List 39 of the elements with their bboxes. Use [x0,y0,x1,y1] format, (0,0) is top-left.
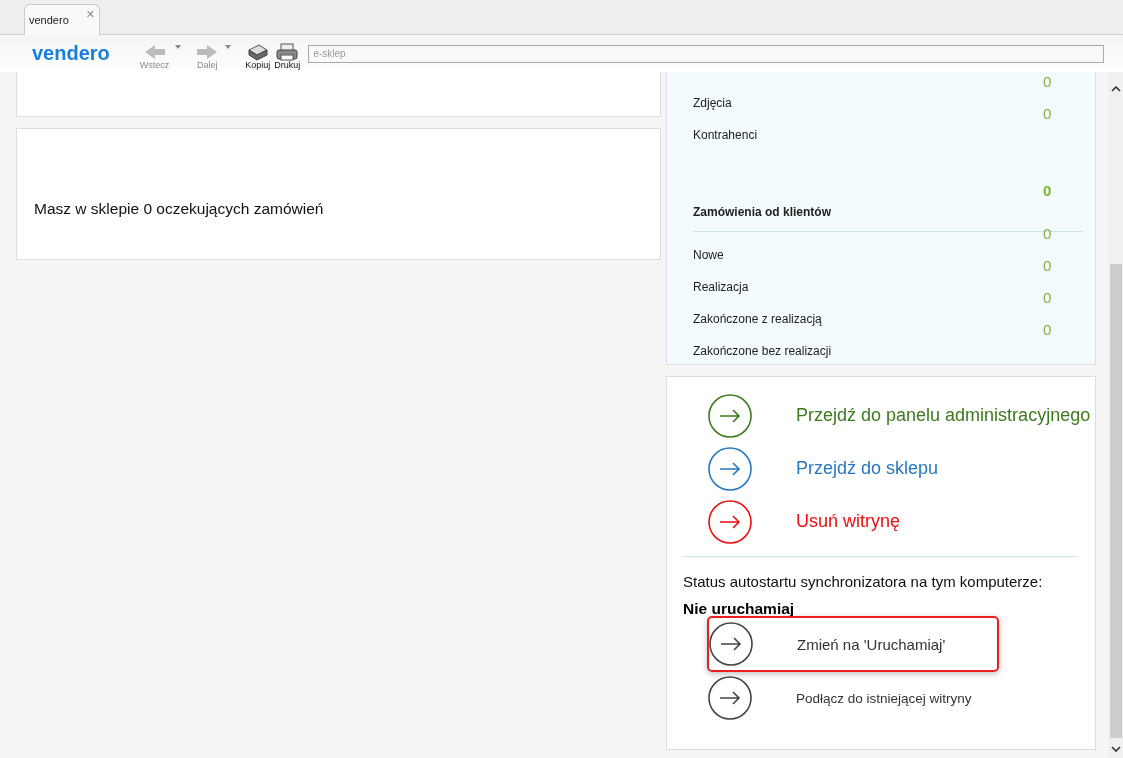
action-link[interactable]: Podłącz do istniejącej witryny [708,670,972,726]
print-icon [275,41,300,62]
address-field[interactable]: e-sklep [308,44,1105,63]
stat-label: Zakończone z realizacją [693,311,823,326]
stat-label: Zdjęcia [693,95,733,110]
arrow-circle-icon [708,676,752,720]
stat-label: Realizacja [693,279,750,294]
tab-label: vendero [29,14,69,26]
status-label: Status autostartu synchronizatora na tym komputerze: [683,573,1044,590]
logo: vendero [32,42,110,65]
scrollbar-thumb[interactable] [1109,264,1122,738]
stat-label: Kontrahenci [693,127,759,142]
arrow-circle-icon [708,446,752,491]
scroll-up-icon[interactable] [1110,86,1121,92]
arrow-circle-icon [709,622,753,666]
browser-tab[interactable]: vendero ✕ [24,4,100,35]
status-value: Nie uruchamiaj [683,600,796,618]
action-link[interactable]: Przejdź do sklepu [708,442,939,495]
stat-value: 0 [1043,321,1053,338]
scrollbar[interactable] [1108,72,1123,758]
action-link[interactable]: Usuń witrynę [708,495,901,548]
stat-value: 0 [1043,257,1053,274]
stat-value: 0 [1043,182,1053,199]
copy-button[interactable]: Kopiuj [243,41,273,70]
close-icon[interactable]: ✕ [85,8,95,21]
print-button[interactable]: Drukuj [272,41,303,70]
stat-label: Nowe [693,247,725,262]
arrow-circle-icon [708,393,752,438]
section-heading: Zamówienia od klientów [693,204,833,219]
stat-value: 0 [1043,225,1053,242]
stat-value: 0 [1043,289,1053,306]
arrow-circle-icon [708,499,752,544]
stat-value: 0 [1043,105,1053,122]
scroll-down-icon[interactable] [1110,746,1121,752]
action-link[interactable]: Przejdź do panelu administracyjnego [708,389,1091,442]
stat-value: 0 [1043,73,1053,90]
action-link[interactable]: Zmień na 'Uruchamiaj' [707,616,999,672]
stat-label: Zakończone bez realizacji [693,343,833,358]
pending-orders-text: Masz w sklepie 0 oczekujących zamówień [34,200,324,218]
